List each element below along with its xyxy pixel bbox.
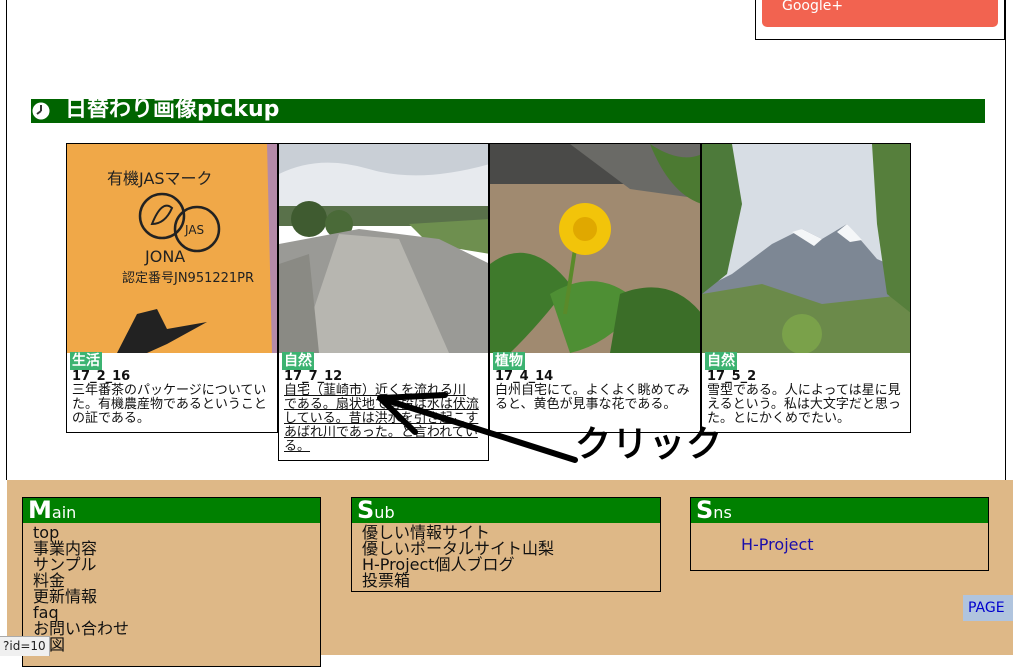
footer-sub-box: Sub 優しい情報サイト 優しいポータルサイト山梨 H-Project個人ブログ… (351, 497, 661, 592)
card-image-dandelion[interactable] (490, 144, 700, 353)
category-badge: 自然 (705, 352, 737, 370)
footer-link-vote[interactable]: 投票箱 (362, 573, 660, 589)
svg-text:JAS: JAS (184, 223, 204, 237)
pickup-card[interactable]: 自然 17_5_2 雪型である。人によっては星に見えるという。私は大文字だと思っ… (701, 143, 911, 433)
clock-icon (31, 101, 51, 121)
footer: Main top 事業内容 サンプル 料金 更新情報 faq お問い合わせ 地図… (7, 480, 1013, 667)
card-description: 三年番茶のパッケージについていた。有機農産物であるということの証である。 (72, 383, 267, 426)
annotation-click-label: クリック (575, 424, 724, 465)
card-image-snow-mountain[interactable] (702, 144, 910, 353)
page-border-right (1005, 0, 1006, 480)
social-widget: Google+ (755, 0, 1005, 40)
category-badge: 自然 (282, 352, 314, 370)
svg-text:有機JASマーク: 有機JASマーク (107, 169, 213, 188)
footer-link-map[interactable]: 地図 (33, 637, 320, 653)
category-badge: 生活 (70, 352, 102, 370)
footer-link-contact[interactable]: お問い合わせ (33, 621, 320, 637)
status-bar-url: ?id=10 (0, 636, 50, 656)
pickup-card[interactable]: 有機JASマーク JAS JONA 認定番号JN951221PR 生活 17_2… (66, 143, 278, 433)
card-description: 雪型である。人によっては星に見えるという。私は大文字だと思った。とにかくめでたい… (707, 383, 901, 426)
category-badge: 植物 (493, 352, 525, 370)
card-date: 17_2_16 (72, 369, 131, 384)
footer-main-header: Main (23, 498, 320, 523)
svg-text:JONA: JONA (144, 247, 185, 266)
google-plus-button[interactable]: Google+ (762, 0, 998, 27)
footer-sns-box: Sns H-Project (690, 497, 989, 571)
page-top-button[interactable]: PAGE (963, 595, 1013, 621)
card-image-jas-package[interactable]: 有機JASマーク JAS JONA 認定番号JN951221PR (67, 144, 277, 353)
footer-link-updates[interactable]: 更新情報 (33, 589, 320, 605)
pickup-section-header: 日替わり画像pickup (31, 97, 985, 123)
sns-link-hproject[interactable]: H-Project (691, 535, 988, 555)
footer-link-sample[interactable]: サンプル (33, 557, 320, 573)
footer-sub-list: 優しい情報サイト 優しいポータルサイト山梨 H-Project個人ブログ 投票箱 (352, 523, 660, 589)
card-date: 17_7_12 (284, 369, 343, 384)
footer-sns-header: Sns (691, 498, 988, 523)
card-date: 17_5_2 (707, 369, 757, 384)
section-title: 日替わり画像pickup (65, 97, 280, 122)
footer-main-box: Main top 事業内容 サンプル 料金 更新情報 faq お問い合わせ 地図 (22, 497, 321, 667)
page-border-left (6, 0, 7, 480)
card-image-riverbed[interactable] (279, 144, 488, 353)
annotation-arrow (377, 392, 578, 463)
footer-sub-header: Sub (352, 498, 660, 523)
footer-main-list: top 事業内容 サンプル 料金 更新情報 faq お問い合わせ 地図 (23, 523, 320, 653)
svg-text:認定番号JN951221PR: 認定番号JN951221PR (122, 270, 254, 286)
